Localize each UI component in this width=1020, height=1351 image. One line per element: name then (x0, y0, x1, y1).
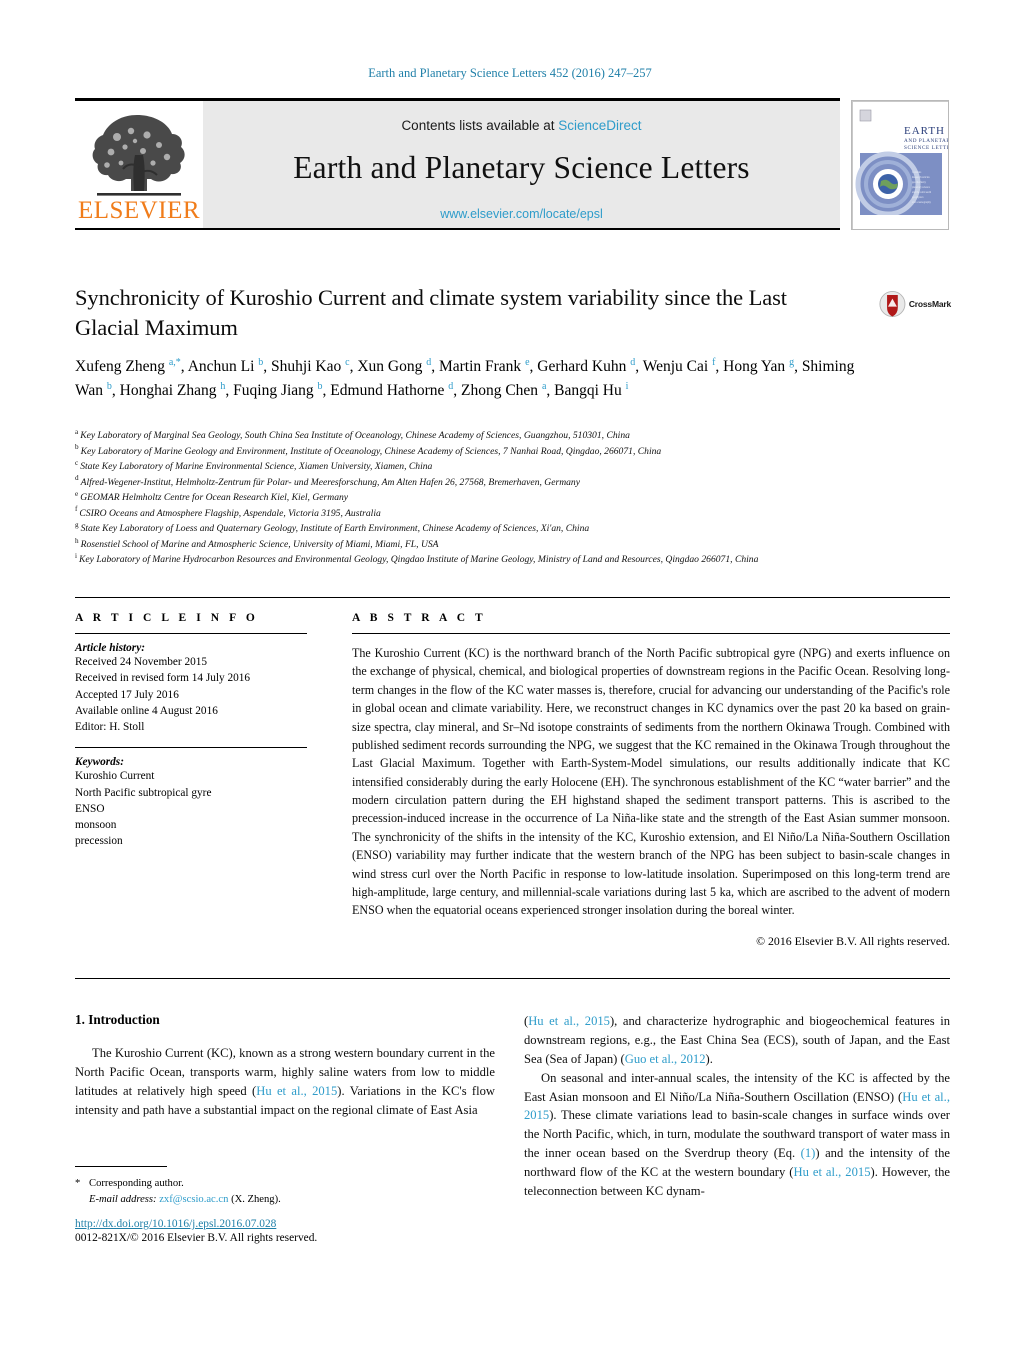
contents-prefix: Contents lists available at (401, 118, 559, 133)
corresponding-author-line: * Corresponding author. (75, 1176, 495, 1192)
affiliation-text: State Key Laboratory of Loess and Quater… (80, 523, 590, 535)
affiliation-list: a Key Laboratory of Marginal Sea Geology,… (75, 428, 875, 568)
affiliation-b: b Key Laboratory of Marine Geology and En… (75, 444, 875, 460)
intro-paragraph-right-2: On seasonal and inter-annual scales, the… (524, 1070, 950, 1199)
journal-masthead: ELSEVIER Contents lists available at Sci… (75, 98, 840, 230)
affiliation-mark: b (75, 443, 79, 452)
abstract-text: The Kuroshio Current (KC) is the northwa… (352, 646, 950, 918)
svg-text:SCIENCE LETTERS: SCIENCE LETTERS (904, 145, 949, 151)
keywords-label: Keywords: (75, 756, 124, 769)
affiliation-mark: a (75, 427, 79, 436)
author-list: Xufeng Zheng a,*, Anchun Li b, Shuhji Ka… (75, 356, 855, 399)
info-section-bottom-rule (75, 978, 950, 979)
svg-text:EARTH: EARTH (904, 125, 945, 137)
keyword-item: Kuroshio Current (75, 770, 155, 783)
abstract-heading: A B S T R A C T (352, 612, 487, 624)
abstract-copyright: © 2016 Elsevier B.V. All rights reserved… (756, 933, 950, 948)
affiliation-d: d Alfred-Wegener-Institut, Helmholtz-Zent… (75, 475, 875, 491)
intro-paragraph-left: The Kuroshio Current (KC), known as a st… (75, 1046, 496, 1117)
running-head: Earth and Planetary Science Letters 452 … (368, 66, 652, 80)
affiliation-f: f CSIRO Oceans and Atmosphere Flagship, A… (75, 506, 875, 522)
email-line: E-mail address: zxf@scsio.ac.cn (X. Zhen… (75, 1192, 495, 1208)
keyword-item: North Pacific subtropical gyre (75, 786, 212, 799)
journal-cover-image: EARTH AND PLANETARY SCIENCE LETTERS Cont… (852, 101, 949, 229)
body-column-right: (Hu et al., 2015), and characterize hydr… (524, 1012, 950, 1201)
page-title: Synchronicity of Kuroshio Current and cl… (75, 285, 787, 340)
affiliation-text: GEOMAR Helmholtz Centre for Ocean Resear… (80, 492, 349, 504)
affiliation-text: Key Laboratory of Marginal Sea Geology, … (80, 430, 630, 441)
elsevier-tree-icon (92, 115, 185, 196)
svg-text:Research articles: Research articles (912, 176, 930, 179)
abstract-rule (352, 633, 950, 634)
intro-paragraph-right-1: (Hu et al., 2015), and characterize hydr… (524, 1014, 950, 1066)
article-first-page: Earth and Planetary Science Letters 452 … (0, 0, 1020, 1351)
history-editor: Editor: H. Stoll (75, 721, 145, 734)
doi-footer: http://dx.doi.org/10.1016/j.epsl.2016.07… (75, 1218, 505, 1244)
corresponding-author-text: Corresponding author. (89, 1178, 184, 1189)
affiliation-mark: c (75, 458, 79, 467)
journal-cover-thumbnail: EARTH AND PLANETARY SCIENCE LETTERS Cont… (851, 100, 949, 230)
body-column-left: 1. Introduction The Kuroshio Current (KC… (75, 1012, 495, 1120)
keyword-item: monsoon (75, 819, 117, 832)
contents-available-line: Contents lists available at ScienceDirec… (203, 118, 840, 133)
affiliation-c: c State Key Laboratory of Marine Environm… (75, 459, 875, 475)
email-suffix: (X. Zheng). (231, 1193, 281, 1205)
doi-link[interactable]: http://dx.doi.org/10.1016/j.epsl.2016.07… (75, 1218, 505, 1230)
affiliation-a: a Key Laboratory of Marginal Sea Geology,… (75, 428, 875, 444)
affiliation-h: h Rosenstiel School of Marine and Atmosph… (75, 537, 875, 553)
affiliation-g: g State Key Laboratory of Loess and Quate… (75, 521, 875, 537)
svg-text:Contents: Contents (912, 171, 921, 174)
svg-text:and oceanography: and oceanography (912, 201, 932, 204)
crossmark-icon (879, 291, 906, 317)
sciencedirect-link[interactable]: ScienceDirect (558, 118, 641, 133)
svg-text:planetary science: planetary science (912, 186, 931, 189)
affiliation-text: Alfred-Wegener-Institut, Helmholtz-Zentr… (80, 476, 580, 488)
article-history-label: Article history: (75, 642, 145, 654)
masthead-center: Contents lists available at ScienceDirec… (203, 101, 840, 228)
title-block: Synchronicity of Kuroshio Current and cl… (75, 283, 845, 342)
affiliation-text: Key Laboratory of Marine Geology and Env… (80, 445, 662, 457)
crossmark-label: CrossMark (908, 299, 951, 309)
issn-copyright-line: 0012-821X/© 2016 Elsevier B.V. All right… (75, 1232, 318, 1244)
svg-text:geochemistry: geochemistry (912, 181, 927, 184)
affiliation-text: Rosenstiel School of Marine and Atmosphe… (80, 538, 439, 550)
introduction-heading: 1. Introduction (75, 1012, 160, 1027)
affiliation-mark: g (75, 521, 79, 529)
affiliation-mark: f (75, 505, 78, 514)
journal-title: Earth and Planetary Science Letters (293, 150, 750, 185)
info-section-top-rule (75, 597, 950, 598)
keyword-item: ENSO (75, 802, 105, 815)
affiliation-e: e GEOMAR Helmholtz Centre for Ocean Resea… (75, 490, 875, 506)
elsevier-logo: ELSEVIER (75, 101, 203, 228)
keywords-rule (75, 747, 307, 749)
history-accepted: Accepted 17 July 2016 (75, 688, 179, 701)
affiliation-text: CSIRO Oceans and Atmosphere Flagship, As… (79, 507, 381, 519)
keyword-item: precession (75, 835, 123, 848)
svg-text:and the solid earth: and the solid earth (912, 191, 932, 194)
affiliation-mark: i (75, 552, 77, 561)
affiliation-text: State Key Laboratory of Marine Environme… (80, 461, 433, 473)
svg-text:geophysics: geophysics (912, 196, 924, 199)
email-label: E-mail address: (89, 1193, 157, 1205)
article-info-rule (75, 633, 307, 634)
elsevier-wordmark: ELSEVIER (77, 197, 201, 224)
history-revised: Received in revised form 14 July 2016 (75, 672, 251, 685)
affiliation-text: Key Laboratory of Marine Hydrocarbon Res… (79, 554, 759, 566)
asterisk-icon: * (75, 1178, 81, 1189)
affiliation-i: i Key Laboratory of Marine Hydrocarbon Re… (75, 552, 875, 568)
journal-url-link[interactable]: www.elsevier.com/locate/epsl (203, 207, 840, 221)
history-available-online: Available online 4 August 2016 (75, 704, 218, 717)
abstract-column: A B S T R A C T The Kuroshio Current (KC… (352, 612, 950, 949)
affiliation-mark: h (75, 536, 79, 545)
affiliation-mark: d (75, 474, 79, 483)
article-info-heading: A R T I C L E I N F O (75, 612, 259, 624)
email-link[interactable]: zxf@scsio.ac.cn (159, 1194, 228, 1205)
history-received: Received 24 November 2015 (75, 656, 208, 668)
article-info-column: A R T I C L E I N F O Article history: R… (75, 612, 307, 850)
svg-text:AND PLANETARY: AND PLANETARY (904, 138, 949, 144)
crossmark-badge[interactable]: CrossMark (879, 284, 951, 324)
footnote-rule (75, 1166, 167, 1167)
corresponding-author-footnote: * Corresponding author. E-mail address: z… (75, 1166, 495, 1208)
affiliation-mark: e (75, 489, 79, 498)
